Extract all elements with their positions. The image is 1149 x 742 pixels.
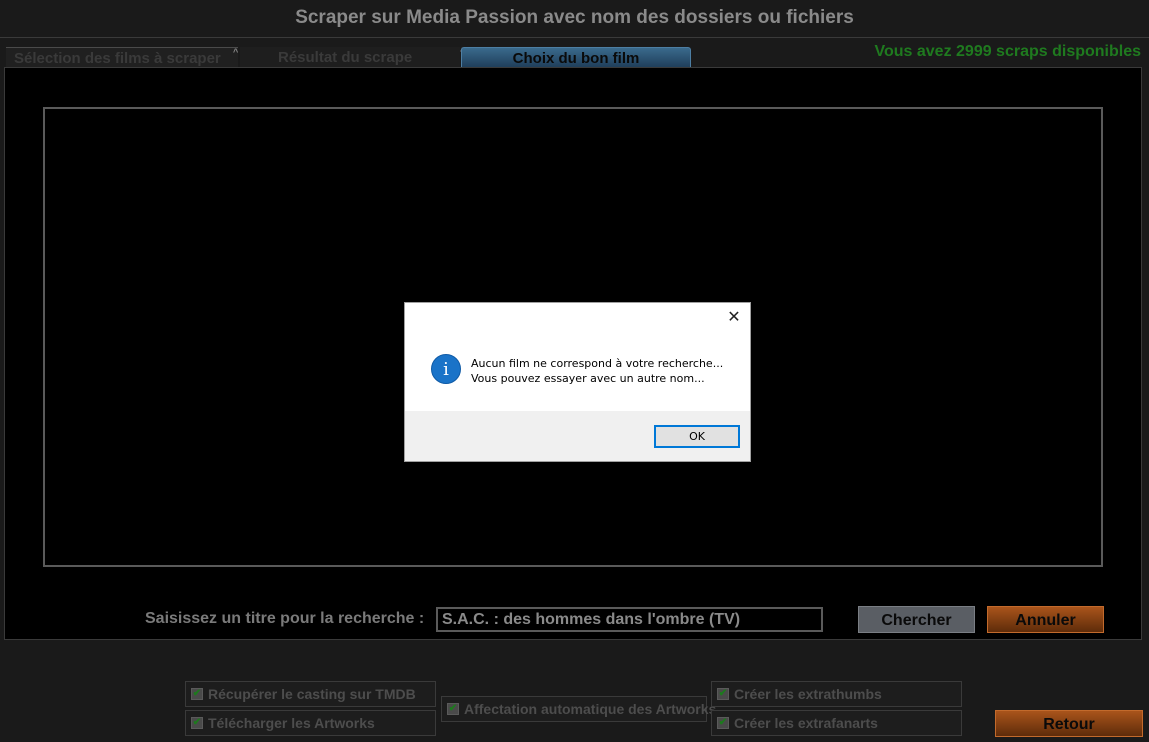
close-icon[interactable]: ✕	[724, 307, 744, 327]
info-icon: i	[431, 354, 461, 384]
option-download-artworks-label: Télécharger les Artworks	[208, 715, 375, 731]
dialog-footer: OK	[405, 411, 750, 461]
option-extrafanarts[interactable]: ✔ Créer les extrafanarts	[711, 710, 962, 736]
dialog-message: Aucun film ne correspond à votre recherc…	[471, 356, 723, 386]
app-title: Scraper sur Media Passion avec nom des d…	[295, 7, 854, 28]
search-input[interactable]	[436, 607, 823, 632]
tab-selection-label: Sélection des films à scraper	[14, 50, 221, 67]
option-casting-tmdb[interactable]: ✔ Récupérer le casting sur TMDB	[185, 681, 436, 707]
option-casting-tmdb-label: Récupérer le casting sur TMDB	[208, 686, 416, 702]
tab-corner-icon: ^	[233, 47, 239, 57]
option-auto-artworks[interactable]: ✔ Affectation automatique des Artworks	[441, 696, 716, 722]
cancel-button[interactable]: Annuler	[987, 606, 1104, 633]
option-download-artworks[interactable]: ✔ Télécharger les Artworks	[185, 710, 436, 736]
back-button[interactable]: Retour	[995, 710, 1143, 737]
scraps-counter: Vous avez 2999 scraps disponibles	[874, 43, 1142, 60]
checkbox-extrafanarts[interactable]: ✔	[717, 717, 729, 729]
checkbox-extrathumbs[interactable]: ✔	[717, 688, 729, 700]
dialog-message-line2: Vous pouvez essayer avec un autre nom...	[471, 372, 705, 385]
tab-result[interactable]: Résultat du scrape ^	[240, 46, 465, 68]
checkbox-auto-artworks[interactable]: ✔	[447, 703, 459, 715]
option-extrathumbs-label: Créer les extrathumbs	[734, 686, 882, 702]
title-divider	[0, 37, 1149, 38]
option-auto-artworks-label: Affectation automatique des Artworks	[464, 701, 717, 717]
dialog-message-line1: Aucun film ne correspond à votre recherc…	[471, 357, 724, 370]
checkbox-casting-tmdb[interactable]: ✔	[191, 688, 203, 700]
search-button[interactable]: Chercher	[858, 606, 975, 633]
option-extrafanarts-label: Créer les extrafanarts	[734, 715, 878, 731]
option-extrathumbs[interactable]: ✔ Créer les extrathumbs	[711, 681, 962, 707]
search-label: Saisissez un titre pour la recherche :	[145, 610, 425, 627]
tab-result-label: Résultat du scrape	[278, 49, 413, 66]
checkbox-download-artworks[interactable]: ✔	[191, 717, 203, 729]
info-dialog: ✕ i Aucun film ne correspond à votre rec…	[404, 302, 751, 462]
tab-choose-film-label: Choix du bon film	[512, 50, 640, 67]
tab-choose-film[interactable]: Choix du bon film	[461, 47, 691, 68]
tab-selection[interactable]: Sélection des films à scraper ^	[6, 47, 238, 68]
ok-button[interactable]: OK	[654, 425, 740, 448]
